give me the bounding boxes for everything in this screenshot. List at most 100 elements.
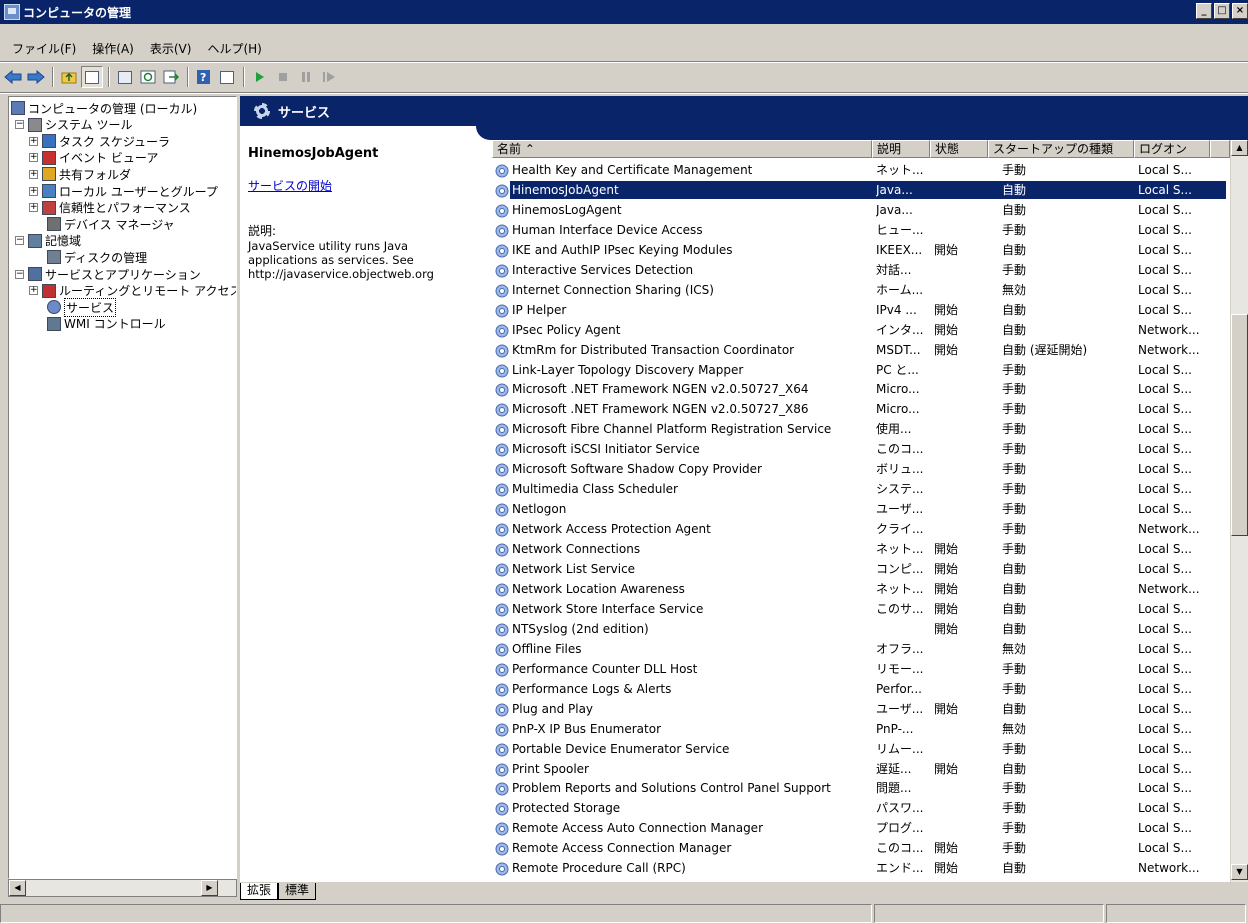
column-header-name[interactable]: 名前 ⌃ bbox=[492, 140, 872, 158]
table-row[interactable]: Network List Service コンピ... 開始 自動 Local S... bbox=[492, 559, 1230, 579]
stop-service-button[interactable] bbox=[272, 66, 294, 88]
expand-icon[interactable]: + bbox=[29, 286, 38, 296]
scroll-right-button[interactable]: ▶ bbox=[201, 880, 218, 896]
table-row[interactable]: Link-Layer Topology Discovery Mapper PC と… bbox=[492, 360, 1230, 380]
cell-status: 開始 bbox=[934, 701, 959, 716]
column-header-logon[interactable]: ログオン bbox=[1134, 140, 1210, 158]
table-row[interactable]: Network Location Awareness ネット... 開始 自動 Netw… bbox=[492, 579, 1230, 599]
tree-item[interactable]: + ローカル ユーザーとグループ bbox=[29, 183, 218, 199]
table-row[interactable]: Microsoft iSCSI Initiator Service このコ... 手… bbox=[492, 439, 1230, 459]
properties-button[interactable] bbox=[114, 66, 136, 88]
tab-extended[interactable]: 拡張 bbox=[240, 883, 279, 900]
tree-item[interactable]: − 記憶域 bbox=[15, 233, 81, 249]
services-list[interactable]: 名前 ⌃ 説明 状態 スタートアップの種類 ログオン Health Key an… bbox=[492, 140, 1230, 882]
table-row[interactable]: IP Helper IPv4 ... 開始 自動 Local S... bbox=[492, 300, 1230, 320]
column-header-status[interactable]: 状態 bbox=[930, 140, 988, 158]
scroll-left-button[interactable]: ◀ bbox=[9, 880, 26, 896]
tree-item[interactable]: + タスク スケジューラ bbox=[29, 133, 170, 149]
table-row[interactable]: HinemosJobAgent Java... 自動 Local S... bbox=[492, 180, 1230, 200]
column-header-description[interactable]: 説明 bbox=[872, 140, 930, 158]
table-row[interactable]: Remote Access Connection Manager このコ... 開始… bbox=[492, 838, 1230, 858]
table-row[interactable]: Performance Counter DLL Host リモー... 手動 Loca… bbox=[492, 659, 1230, 679]
pause-service-button[interactable] bbox=[295, 66, 317, 88]
tree-item[interactable]: デバイス マネージャ bbox=[47, 216, 175, 232]
export-list-button[interactable] bbox=[160, 66, 182, 88]
table-row[interactable]: Network Connections ネット... 開始 手動 Local S... bbox=[492, 539, 1230, 559]
table-row[interactable]: Health Key and Certificate Management ネット… bbox=[492, 160, 1230, 180]
menu-action[interactable]: 操作(A) bbox=[84, 40, 142, 57]
scroll-up-button[interactable]: ▲ bbox=[1231, 140, 1248, 156]
table-row[interactable]: Portable Device Enumerator Service リムー...… bbox=[492, 739, 1230, 759]
table-row[interactable]: Protected Storage パスワ... 手動 Local S... bbox=[492, 798, 1230, 818]
table-row[interactable]: PnP-X IP Bus Enumerator PnP-... 無効 Local S.… bbox=[492, 719, 1230, 739]
up-level-button[interactable] bbox=[58, 66, 80, 88]
table-row[interactable]: IPsec Policy Agent インタ... 開始 自動 Network... bbox=[492, 320, 1230, 340]
tree-item[interactable]: + ルーティングとリモート アクセス bbox=[29, 283, 236, 299]
restart-service-button[interactable] bbox=[318, 66, 340, 88]
table-row[interactable]: Microsoft .NET Framework NGEN v2.0.50727… bbox=[492, 379, 1230, 399]
cell-logon: Local S... bbox=[1138, 482, 1192, 497]
table-row[interactable]: Interactive Services Detection 対話... 手動 Loc… bbox=[492, 260, 1230, 280]
tree-item[interactable]: ディスクの管理 bbox=[47, 249, 147, 265]
expand-icon[interactable]: + bbox=[29, 169, 38, 179]
table-row[interactable]: Offline Files オフラ... 無効 Local S... bbox=[492, 639, 1230, 659]
tree-item[interactable]: コンピュータの管理 (ローカル) bbox=[11, 100, 197, 116]
expand-icon[interactable]: + bbox=[29, 136, 38, 146]
table-row[interactable]: IKE and AuthIP IPsec Keying Modules IKEEX… bbox=[492, 240, 1230, 260]
close-button[interactable]: × bbox=[1232, 3, 1248, 19]
maximize-button[interactable]: □ bbox=[1214, 3, 1230, 19]
column-header-startup-type[interactable]: スタートアップの種類 bbox=[988, 140, 1134, 158]
minimize-button[interactable]: _ bbox=[1196, 3, 1212, 19]
menu-file[interactable]: ファイル(F) bbox=[4, 40, 84, 57]
collapse-icon[interactable]: − bbox=[15, 236, 24, 246]
tree-horizontal-scrollbar[interactable]: ◀ ▶ bbox=[8, 879, 237, 897]
show-action-pane-button[interactable] bbox=[216, 66, 238, 88]
back-button[interactable] bbox=[2, 66, 24, 88]
refresh-button[interactable] bbox=[137, 66, 159, 88]
list-vertical-scrollbar[interactable]: ▲ ▼ bbox=[1230, 140, 1248, 882]
start-service-button[interactable] bbox=[249, 66, 271, 88]
table-row[interactable]: Multimedia Class Scheduler システ... 手動 Local … bbox=[492, 479, 1230, 499]
tree-item[interactable]: サービス bbox=[47, 297, 117, 317]
start-service-link[interactable]: サービスの開始 bbox=[248, 177, 476, 194]
collapse-icon[interactable]: − bbox=[15, 120, 24, 130]
tree-item-label: タスク スケジューラ bbox=[59, 134, 170, 149]
menu-help[interactable]: ヘルプ(H) bbox=[199, 40, 269, 57]
tree-item[interactable]: + イベント ビューア bbox=[29, 150, 158, 166]
table-row[interactable]: Netlogon ユーザ... 手動 Local S... bbox=[492, 499, 1230, 519]
table-row[interactable]: Network Access Protection Agent クライ... 手動 N… bbox=[492, 519, 1230, 539]
table-row[interactable]: Microsoft Fibre Channel Platform Registr… bbox=[492, 419, 1230, 439]
scroll-thumb[interactable] bbox=[1231, 314, 1248, 536]
tree-item[interactable]: + 信頼性とパフォーマンス bbox=[29, 200, 191, 216]
table-row[interactable]: Performance Logs & Alerts Perfor... 手動 Loca… bbox=[492, 679, 1230, 699]
table-row[interactable]: Plug and Play ユーザ... 開始 自動 Local S... bbox=[492, 699, 1230, 719]
expand-icon[interactable]: + bbox=[29, 186, 38, 196]
tab-standard[interactable]: 標準 bbox=[278, 883, 317, 900]
expand-icon[interactable]: + bbox=[29, 203, 38, 213]
expand-icon[interactable]: + bbox=[29, 153, 38, 163]
tree-item[interactable]: WMI コントロール bbox=[47, 316, 166, 332]
table-row[interactable]: Print Spooler 遅延... 開始 自動 Local S... bbox=[492, 759, 1230, 779]
tree-item[interactable]: + 共有フォルダ bbox=[29, 166, 131, 182]
table-row[interactable]: NTSyslog (2nd edition) 開始 自動 Local S... bbox=[492, 619, 1230, 639]
table-row[interactable]: Microsoft Software Shadow Copy Provider ボ… bbox=[492, 459, 1230, 479]
service-gear-icon bbox=[495, 782, 509, 796]
table-row[interactable]: Human Interface Device Access ヒュー... 手動 Loc… bbox=[492, 220, 1230, 240]
table-row[interactable]: KtmRm for Distributed Transaction Coordi… bbox=[492, 340, 1230, 360]
table-row[interactable]: Microsoft .NET Framework NGEN v2.0.50727… bbox=[492, 399, 1230, 419]
table-row[interactable]: Remote Access Auto Connection Manager プログ… bbox=[492, 818, 1230, 838]
show-hide-console-tree-button[interactable] bbox=[81, 66, 103, 88]
scroll-down-button[interactable]: ▼ bbox=[1231, 864, 1248, 880]
table-row[interactable]: Internet Connection Sharing (ICS) ホーム... 無… bbox=[492, 280, 1230, 300]
forward-button[interactable] bbox=[25, 66, 47, 88]
tree-item[interactable]: − システム ツール bbox=[15, 117, 132, 133]
console-tree[interactable]: コンピュータの管理 (ローカル) − システム ツール + タスク スケジューラ + イベン… bbox=[8, 96, 237, 879]
table-row[interactable]: Network Store Interface Service このサ... 開始 自… bbox=[492, 599, 1230, 619]
help-button[interactable]: ? bbox=[193, 66, 215, 88]
collapse-icon[interactable]: − bbox=[15, 269, 24, 279]
table-row[interactable]: Problem Reports and Solutions Control Pa… bbox=[492, 778, 1230, 798]
table-row[interactable]: Remote Procedure Call (RPC) エンド... 開始 自動 Net… bbox=[492, 858, 1230, 878]
menu-view[interactable]: 表示(V) bbox=[142, 40, 200, 57]
tree-item[interactable]: − サービスとアプリケーション bbox=[15, 266, 201, 282]
table-row[interactable]: HinemosLogAgent Java... 自動 Local S... bbox=[492, 200, 1230, 220]
